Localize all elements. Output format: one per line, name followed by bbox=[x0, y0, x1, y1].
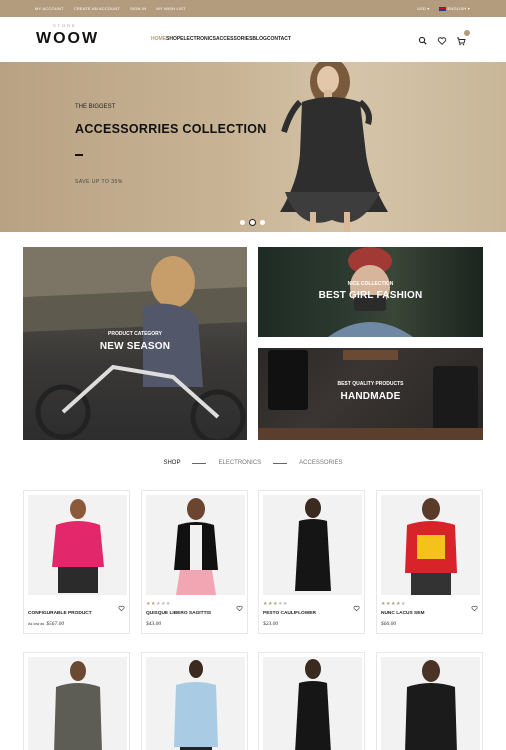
nav-home[interactable]: HOME bbox=[151, 36, 166, 42]
rating-stars: ★★★★★ bbox=[146, 601, 171, 607]
product-card[interactable]: ★★★★★ PESTO CAULIFLOWER $23.00 bbox=[258, 490, 365, 634]
rating-stars: ★★★★★ bbox=[381, 601, 406, 607]
product-tabs: SHOP ELECTRONICS ACCESSORIES bbox=[0, 460, 506, 466]
tab-electronics[interactable]: ELECTRONICS bbox=[218, 460, 261, 466]
language-label: ENGLISH bbox=[447, 6, 467, 11]
language-switcher[interactable]: ENGLISH ▾ bbox=[438, 6, 471, 11]
rating-stars: ★★★★★ bbox=[263, 601, 288, 607]
tab-separator bbox=[273, 462, 288, 464]
product-image[interactable] bbox=[381, 657, 480, 750]
create-account-link[interactable]: Create an Account bbox=[74, 6, 120, 11]
product-name[interactable]: CONFIGURABLE PRODUCT bbox=[28, 611, 92, 616]
hero-model-image bbox=[280, 62, 388, 232]
hero-pretitle: THE BIGGEST bbox=[75, 104, 116, 110]
currency-switcher[interactable]: USD ▾ bbox=[417, 6, 430, 11]
banner-new-season[interactable]: PRODUCT CATEGORY NEW SEASON bbox=[23, 247, 247, 440]
tab-shop[interactable]: SHOP bbox=[163, 460, 180, 466]
product-name[interactable]: NUNC LACUS SEM bbox=[381, 611, 424, 616]
product-image[interactable] bbox=[28, 495, 127, 595]
hero-title: ACCESSORRIES COLLECTION bbox=[75, 122, 267, 136]
product-image[interactable] bbox=[146, 495, 245, 595]
product-card[interactable] bbox=[376, 652, 483, 750]
price-value: $567.00 bbox=[46, 621, 65, 627]
wishlist-icon[interactable] bbox=[471, 599, 478, 612]
product-price: $23.00 bbox=[263, 621, 279, 627]
slide-dot-3[interactable] bbox=[260, 220, 265, 225]
tab-accessories[interactable]: ACCESSORIES bbox=[299, 460, 342, 466]
main-nav: HOME SHOP ELECTRONICS ACCESSORIES BLOG C… bbox=[151, 36, 291, 42]
banner-3-title: HANDMADE bbox=[340, 391, 401, 402]
product-name[interactable]: PESTO CAULIFLOWER bbox=[263, 611, 316, 616]
nav-accessories[interactable]: ACCESSORIES bbox=[216, 36, 252, 42]
heart-icon[interactable] bbox=[437, 33, 447, 45]
hero-slider[interactable]: THE BIGGEST ACCESSORRIES COLLECTION SAVE… bbox=[0, 62, 506, 232]
banner-1-title: NEW SEASON bbox=[99, 341, 171, 352]
product-card[interactable] bbox=[23, 652, 130, 750]
hero-divider bbox=[75, 154, 83, 156]
nav-blog[interactable]: BLOG bbox=[252, 36, 266, 42]
banner-2-title: BEST GIRL FASHION bbox=[318, 290, 423, 301]
search-icon[interactable] bbox=[418, 33, 428, 45]
site-header: STORE WOOW HOME SHOP ELECTRONICS ACCESSO… bbox=[0, 17, 506, 62]
nav-electronics[interactable]: ELECTRONICS bbox=[180, 36, 216, 42]
cart-icon[interactable] bbox=[456, 30, 470, 46]
banner-2-label: NICE COLLECTION bbox=[347, 281, 394, 287]
wishlist-icon[interactable] bbox=[353, 599, 360, 612]
product-price: $43.00 bbox=[146, 621, 162, 627]
nav-shop[interactable]: SHOP bbox=[166, 36, 180, 42]
currency-label: USD bbox=[416, 6, 426, 11]
header-actions bbox=[418, 30, 470, 46]
product-image[interactable] bbox=[263, 495, 362, 595]
logo-tagline: STORE bbox=[53, 23, 77, 28]
product-image[interactable] bbox=[28, 657, 127, 750]
product-price: $60.00 bbox=[381, 621, 397, 627]
product-image[interactable] bbox=[381, 495, 480, 595]
nav-contact[interactable]: CONTACT bbox=[267, 36, 291, 42]
wishlist-icon[interactable] bbox=[236, 599, 243, 612]
tab-separator bbox=[192, 462, 207, 464]
product-image[interactable] bbox=[263, 657, 362, 750]
slide-dot-1[interactable] bbox=[240, 220, 245, 225]
price-prefix: As low as bbox=[28, 622, 45, 626]
product-card[interactable]: ★★★★★ NUNC LACUS SEM $60.00 bbox=[376, 490, 483, 634]
wishlist-icon[interactable] bbox=[118, 599, 125, 612]
product-card[interactable] bbox=[141, 652, 248, 750]
banner-handmade[interactable]: BEST QUALITY PRODUCTS HANDMADE bbox=[258, 348, 483, 440]
sign-in-link[interactable]: Sign In bbox=[130, 6, 146, 11]
site-logo[interactable]: WOOW bbox=[36, 30, 99, 48]
top-bar: My Account Create an Account Sign In My … bbox=[0, 0, 506, 17]
wish-list-link[interactable]: My Wish List bbox=[156, 6, 185, 11]
slide-dot-2[interactable] bbox=[249, 219, 256, 226]
product-card[interactable] bbox=[258, 652, 365, 750]
account-links: My Account Create an Account Sign In My … bbox=[35, 6, 186, 11]
product-card[interactable]: ★★★★★ QUISQUE LIBERO SAGITTIS $43.00 bbox=[141, 490, 248, 634]
my-account-link[interactable]: My Account bbox=[35, 6, 64, 11]
uk-flag-icon bbox=[438, 6, 446, 11]
product-name[interactable]: QUISQUE LIBERO SAGITTIS bbox=[146, 611, 211, 616]
slider-pagination bbox=[240, 219, 265, 226]
banner-1-label: PRODUCT CATEGORY bbox=[108, 331, 162, 337]
locale-switchers: USD ▾ ENGLISH ▾ bbox=[417, 6, 470, 11]
hero-subtitle: SAVE UP TO 35% bbox=[75, 179, 123, 185]
banner-best-girl-fashion[interactable]: NICE COLLECTION BEST GIRL FASHION bbox=[258, 247, 483, 337]
product-image[interactable] bbox=[146, 657, 245, 750]
product-card[interactable]: CONFIGURABLE PRODUCT As low as $567.00 bbox=[23, 490, 130, 634]
product-price: As low as $567.00 bbox=[28, 621, 64, 627]
banner-3-label: BEST QUALITY PRODUCTS bbox=[337, 381, 404, 387]
cart-count-badge bbox=[464, 30, 470, 36]
